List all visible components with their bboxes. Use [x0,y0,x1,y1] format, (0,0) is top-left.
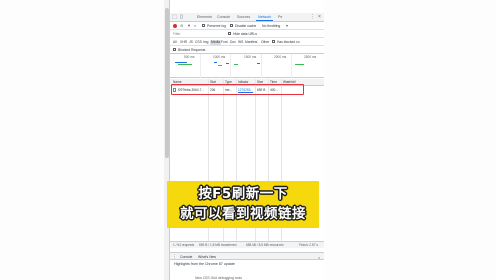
type-filter-all[interactable]: All [173,40,177,45]
transferred-size: 659 B / 1.8 MB transferred [199,243,237,247]
page-scrollbar-thumb[interactable] [164,8,169,158]
active-tab-indicator [256,20,273,21]
drawer-tab-whats-new[interactable]: What's New [198,255,216,260]
search-icon[interactable]: ⌕ [194,23,196,28]
preserve-log-label: Preserve log [207,23,227,28]
overview-tick: 2000 ms [274,55,287,59]
overview-request-bar [234,64,238,65]
overview-gridline [261,54,262,78]
type-filter-row: All XHR JS CSS Img Media Font Doc WS Man… [170,38,324,46]
disable-cache-checkbox[interactable] [230,24,233,27]
type-filter-doc[interactable]: Doc [230,40,236,45]
resources-size: 658 kB / 8.5 MB resources [246,243,284,247]
overview-tick: 500 ms [184,55,195,59]
overview-request-bar [226,63,229,64]
drawer-tabbar: ⋮ Console What's New × [170,252,324,260]
type-filter-other[interactable]: Other [261,40,269,45]
overview-request-bar [295,64,304,65]
overview-request-bar [175,62,187,63]
has-blocked-cookies-label: Has blocked co [277,39,300,44]
right-blank-area [324,0,496,280]
more-icon[interactable]: ⋮ [310,14,315,20]
caption-line-1: 按F5刷新一下 [198,186,288,202]
finish-time: Finish: 2.57 s [299,243,318,247]
has-blocked-cookies-checkbox[interactable] [272,40,275,43]
tab-console[interactable]: Console [217,15,230,20]
overview-gridline [200,54,201,78]
type-filter-manifest[interactable]: Manifest [245,40,257,45]
filter-row: Filter Hide data URLs [170,30,324,38]
page-area [0,0,166,280]
whats-new-heading: Highlights from the Chrome 87 update [174,262,235,266]
disable-cache-label: Disable cache [235,23,257,28]
tab-elements[interactable]: Elements [197,15,212,20]
hide-data-urls-checkbox[interactable] [228,32,231,35]
drawer-menu-icon[interactable]: ⋮ [172,254,177,260]
overview-tick: 1000 ms [213,55,226,59]
close-icon[interactable]: × [317,14,322,20]
blocked-requests-label: Blocked Requests [178,47,206,52]
type-filter-img[interactable]: Img [203,40,209,45]
screen: ⬚ ▯ Elements Console Sources Network Pe … [0,0,496,280]
device-toolbar-icon[interactable]: ▯ [179,14,184,20]
overview-request-bar [257,63,260,64]
network-overview[interactable]: 500 ms 1000 ms 1500 ms 2000 ms 2500 ms [170,54,324,78]
inspect-icon[interactable]: ⬚ [172,14,177,20]
type-filter-xhr[interactable]: XHR [180,40,187,45]
devtools-panel: ⬚ ▯ Elements Console Sources Network Pe … [169,0,324,280]
blocked-requests-row: Blocked Requests [170,46,324,54]
whats-new-item[interactable]: New CSS Grid debugging tools [195,276,242,280]
clear-icon[interactable]: ⊘ [180,23,183,28]
overview-gridline [291,54,292,78]
overview-request-bar [178,64,192,65]
caption-line-2: 就可以看到视频链接 [180,206,306,222]
type-filter-media[interactable]: Media [210,39,221,45]
type-filter-font[interactable]: Font [221,40,228,45]
network-statusbar: 1 / 64 requests 659 B / 1.8 MB transferr… [170,241,324,248]
drawer-close-icon[interactable]: × [318,255,320,260]
drawer-content: Highlights from the Chrome 87 update New… [170,260,324,280]
overview-tick: 1500 ms [244,55,257,59]
tab-sources[interactable]: Sources [237,15,250,20]
request-count: 1 / 64 requests [173,243,195,247]
preserve-log-checkbox[interactable] [202,24,205,27]
chevron-down-icon[interactable]: ▾ [286,23,288,28]
tab-performance[interactable]: Pe [278,15,282,20]
network-toolbar: ⊘ ▼ ⌕ Preserve log Disable cache No thro… [170,22,324,30]
drawer-tab-console[interactable]: Console [180,255,192,260]
blocked-requests-checkbox[interactable] [173,48,176,51]
overview-gridline [230,54,231,78]
request-highlight-box [171,84,304,95]
type-filter-css[interactable]: CSS [195,40,202,45]
filter-icon[interactable]: ▼ [187,23,191,28]
overview-request-bar [218,65,222,66]
throttling-select[interactable]: No throttling [262,24,280,29]
filter-input[interactable]: Filter [173,32,221,37]
overview-tick: 2500 ms [304,55,317,59]
hide-data-urls-label: Hide data URLs [233,31,257,36]
record-icon[interactable] [173,23,177,28]
overview-request-bar [214,62,217,63]
type-filter-ws[interactable]: WS [238,40,243,45]
devtools-tabbar: ⬚ ▯ Elements Console Sources Network Pe … [170,13,324,22]
subtitle-caption: 按F5刷新一下 就可以看到视频链接 [167,181,319,228]
type-filter-js[interactable]: JS [189,40,193,45]
